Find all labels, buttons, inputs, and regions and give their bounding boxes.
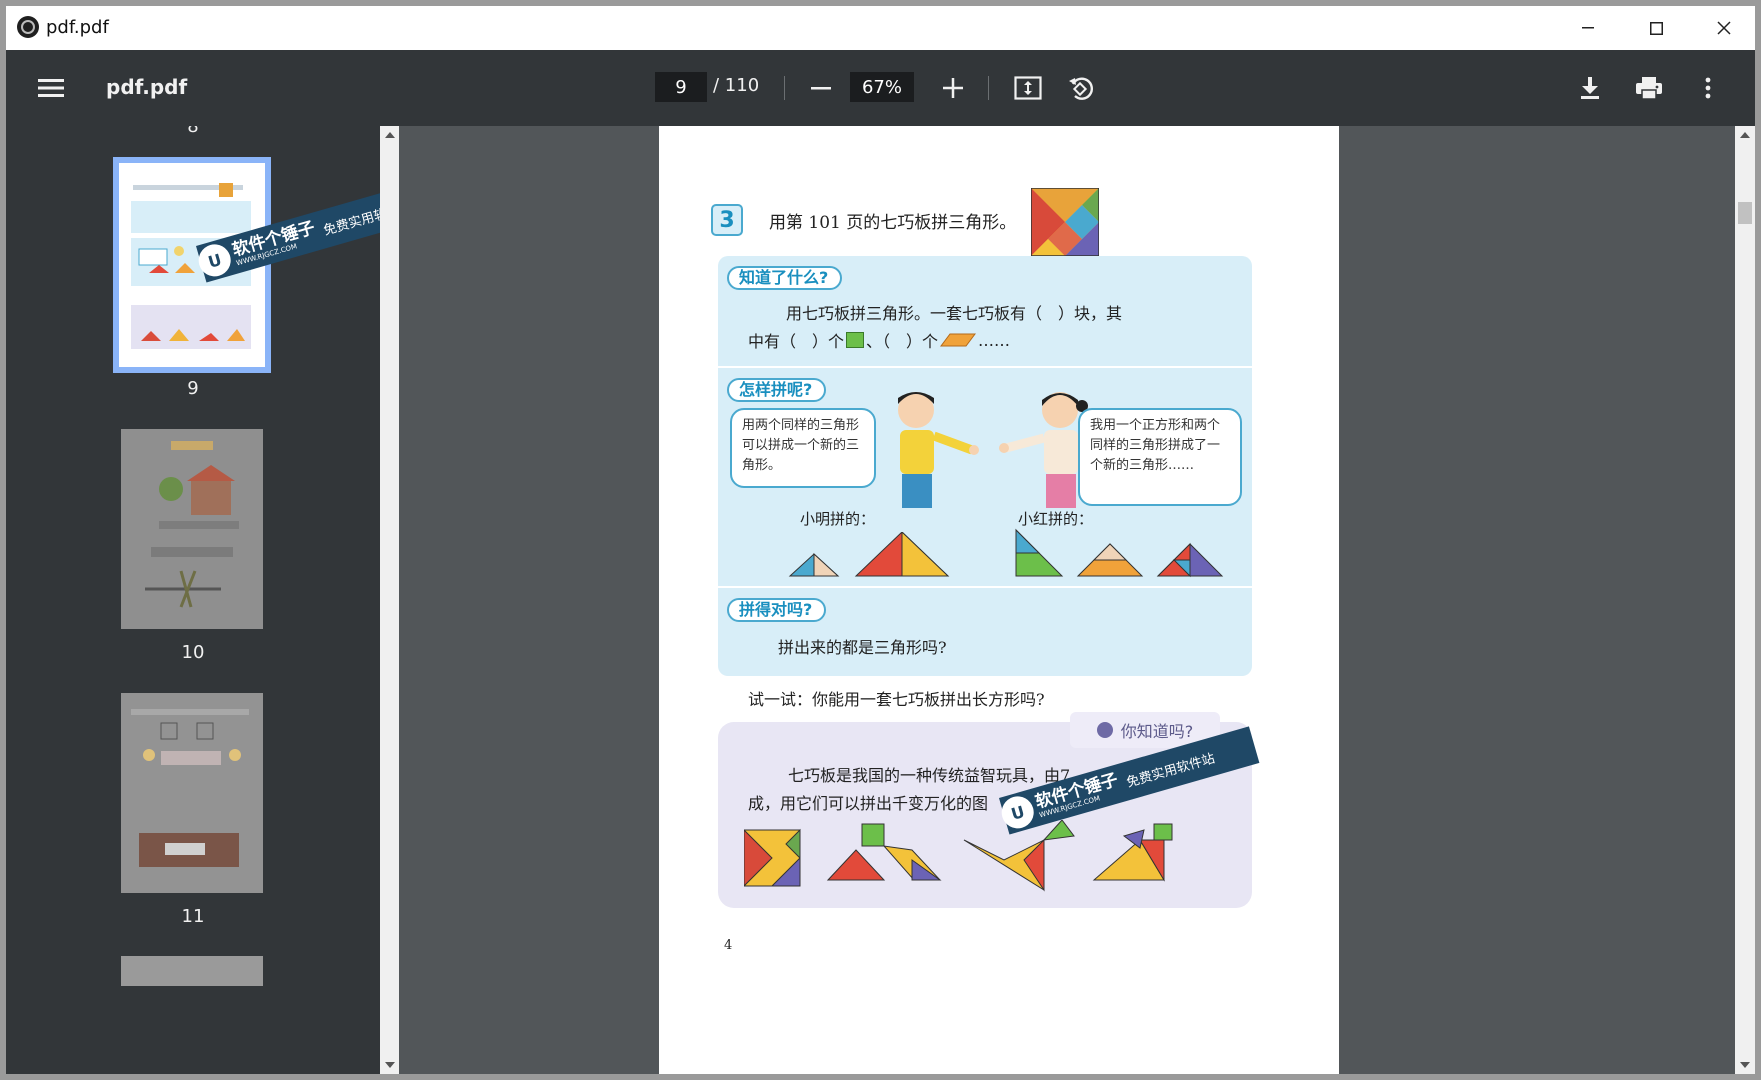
fit-page-icon [1014,76,1042,100]
page-total: / 110 [713,75,760,96]
app-icon [17,16,39,38]
xiaoming-label: 小明拼的： [800,510,876,528]
thumbnail-label: 10 [181,642,205,663]
pdf-page: 3 用第 101 页的七巧板拼三角形。 知道了什么? 用七巧板拼三角形。一套七巧… [659,126,1339,1074]
page-number: 4 [724,938,733,953]
pdf-viewer-window: pdf.pdf pdf.pdf 9 / 110 67% 8 9 10 11 U … [6,6,1755,1074]
how-to-assemble-panel: 怎样拼呢? 用两个同样的三角形可以拼成一个新的三角形。 我用一个正方形和两个同样… [718,368,1252,586]
speech-bubble-girl: 我用一个正方形和两个同样的三角形拼成了一个新的三角形…… [1078,408,1242,506]
document-viewport[interactable]: 3 用第 101 页的七巧板拼三角形。 知道了什么? 用七巧板拼三角形。一套七巧… [399,126,1735,1074]
page-10-thumbnail-graphic [145,441,239,608]
scroll-down-arrow[interactable] [1735,1058,1755,1072]
thumbnail-page-10[interactable] [121,429,263,629]
section1-line1: 用七巧板拼三角形。一套七巧板有（ ）块，其 [786,304,1123,323]
window-title: pdf.pdf [46,17,109,38]
page-11-thumbnail-graphic [131,709,249,867]
more-vert-icon [1705,77,1711,99]
chevron-down-icon [1740,1062,1750,1068]
minimize-icon [1582,27,1594,29]
toolbar-divider [784,76,785,100]
menu-button[interactable] [36,74,66,102]
fit-to-page-button[interactable] [1012,72,1044,104]
xiaohong-triangles-illustration [1015,528,1224,578]
maximize-button[interactable] [1623,6,1689,50]
section-tag: 拼得对吗? [727,598,827,622]
scroll-down-arrow[interactable] [380,1058,399,1072]
section-tag: 怎样拼呢? [727,378,827,402]
green-square-icon [846,332,865,348]
thumbnail-label: 11 [181,906,205,927]
section3-text: 拼出来的都是三角形吗? [778,638,947,657]
info-icon [1096,722,1113,738]
printer-icon [1636,77,1662,100]
watermark-slogan: 免费实用软件站 [321,198,380,239]
thumbnail-page-12[interactable] [121,956,263,986]
print-button[interactable] [1632,72,1666,104]
what-we-know-panel: 知道了什么? 用七巧板拼三角形。一套七巧板有（ ）块，其 中有（ ）个 、（ ）… [718,256,1252,366]
more-options-button[interactable] [1696,72,1720,104]
hamburger-icon [38,79,64,97]
dyk-line1: 七巧板是我国的一种传统益智玩具，由7 [788,766,1071,785]
minus-icon [811,87,831,90]
parallelogram-icon [940,333,977,347]
toolbar-divider [988,76,989,100]
page-number-input[interactable]: 9 [655,72,707,102]
window-titlebar: pdf.pdf [6,6,1755,50]
chevron-down-icon [384,1062,395,1068]
zoom-level-input[interactable]: 67% [850,72,914,102]
try-it-text: 试一试：你能用一套七巧板拼出长方形吗? [748,690,1045,709]
maximize-icon [1649,21,1663,35]
close-button[interactable] [1691,6,1755,50]
pdf-toolbar: pdf.pdf 9 / 110 67% [6,50,1755,126]
sidebar-scrollbar[interactable] [380,126,399,1074]
xiaoming-triangles-illustration [788,532,950,577]
problem-number-badge: 3 [711,204,743,236]
thumbnail-page-11[interactable] [121,693,263,893]
rotate-icon [1069,77,1094,100]
document-scrollbar[interactable] [1735,126,1755,1074]
section1-line2: 中有（ ）个 、（ ）个 …… [748,328,1010,352]
download-button[interactable] [1574,72,1606,104]
line2-text-b: 、（ ）个 [866,332,939,351]
section-tag: 知道了什么? [727,266,843,290]
did-you-know-label: 你知道吗? [1120,722,1194,741]
document-title: pdf.pdf [106,75,188,99]
scroll-up-arrow[interactable] [380,128,399,142]
speech-bubble-boy: 用两个同样的三角形可以拼成一个新的三角形。 [730,408,876,488]
download-icon [1581,77,1599,99]
chevron-up-icon [1740,132,1750,138]
plus-icon [943,78,963,98]
boy-illustration [898,392,979,508]
problem-statement: 用第 101 页的七巧板拼三角形。 [769,213,1017,233]
scrollbar-thumb[interactable] [1738,202,1752,224]
dyk-line2: 成，用它们可以拼出千变万化的图 [748,794,989,813]
tangram-square-illustration [1031,188,1099,256]
tangram-figures-illustration [744,820,1173,892]
minimize-button[interactable] [1555,6,1621,50]
thumbnail-label: 9 [187,378,199,399]
thumbnail-label: 8 [187,126,199,137]
line2-text-a: 中有（ ）个 [748,332,845,351]
scroll-up-arrow[interactable] [1735,128,1755,142]
rotate-button[interactable] [1064,72,1096,104]
check-panel: 拼得对吗? 拼出来的都是三角形吗? [718,588,1252,676]
line2-text-c: …… [978,330,1011,350]
zoom-out-button[interactable] [806,74,836,102]
chevron-up-icon [384,132,395,138]
zoom-in-button[interactable] [938,74,968,102]
thumbnail-sidebar: 8 9 10 11 U 软件个锤子 WWW.RJGCZ.COM 免费实用软件站 [6,126,380,1074]
close-icon [1717,21,1731,35]
